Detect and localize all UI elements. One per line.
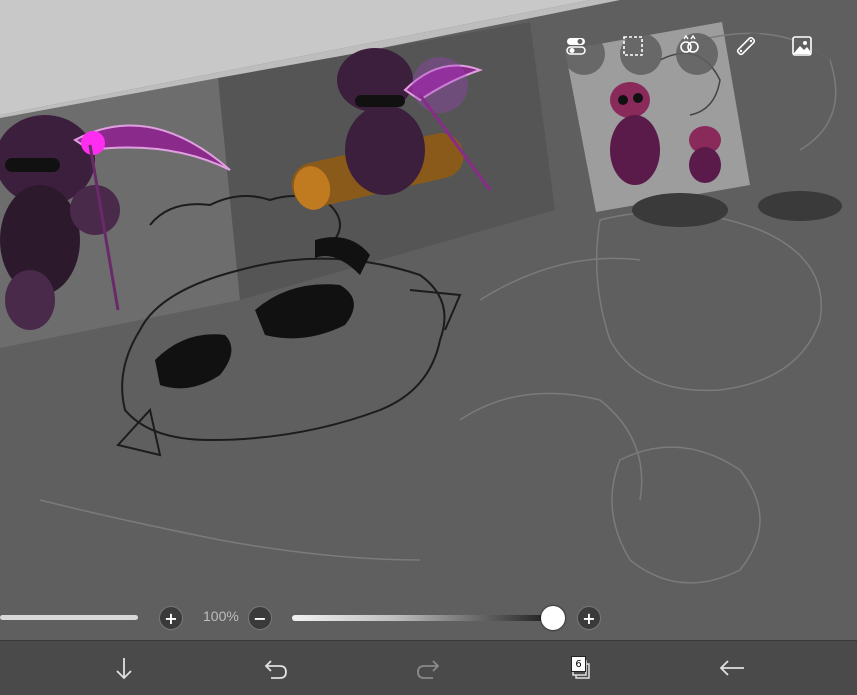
toggle-button[interactable] xyxy=(563,33,605,75)
download-icon xyxy=(116,658,132,680)
image-icon xyxy=(792,36,812,56)
canvas-artwork xyxy=(0,0,857,640)
filter-button[interactable] xyxy=(676,33,718,75)
opacity-plus-button[interactable]: + xyxy=(577,606,601,630)
drawing-canvas[interactable] xyxy=(0,0,857,640)
bottom-toolbar xyxy=(0,640,857,695)
brush-size-plus-button[interactable]: + xyxy=(159,606,183,630)
zoom-level: 100% xyxy=(203,608,239,624)
back-button[interactable] xyxy=(697,641,767,695)
opacity-slider[interactable] xyxy=(292,615,554,621)
selection-button[interactable] xyxy=(620,33,662,75)
redo-button[interactable] xyxy=(393,641,463,695)
selection-icon xyxy=(623,36,643,56)
ruler-button[interactable] xyxy=(733,33,775,75)
brush-settings-bar: + − + xyxy=(0,600,857,636)
filter-icon xyxy=(680,34,699,53)
opacity-minus-button[interactable]: − xyxy=(248,606,272,630)
undo-icon xyxy=(264,660,287,679)
toggle-icon xyxy=(566,38,586,55)
ruler-icon xyxy=(736,36,756,56)
download-button[interactable] xyxy=(89,641,159,695)
opacity-slider-thumb[interactable] xyxy=(541,606,565,630)
layers-count-badge: 6 xyxy=(571,656,586,672)
brush-size-slider[interactable] xyxy=(0,615,138,620)
undo-button[interactable] xyxy=(241,641,311,695)
back-icon xyxy=(719,660,744,676)
image-button[interactable] xyxy=(789,33,831,75)
redo-icon xyxy=(417,660,440,679)
